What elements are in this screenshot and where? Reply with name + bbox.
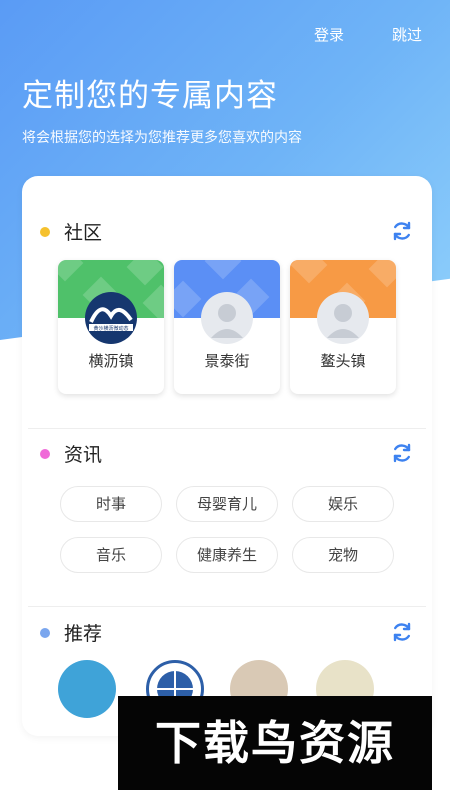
login-button[interactable]: 登录: [314, 24, 344, 45]
tag-entertainment[interactable]: 娱乐: [292, 486, 394, 522]
community-name: 横沥镇: [88, 352, 134, 370]
recommend-section-header: 推荐: [22, 617, 432, 647]
skip-button[interactable]: 跳过: [392, 24, 422, 45]
news-section-header: 资讯: [22, 438, 432, 468]
content-card: 社区 黄沙横沥微动态 横沥镇 景泰街 鳌头镇 资讯 时事 母婴育儿 娱乐 音乐 …: [22, 176, 432, 736]
divider: [28, 428, 426, 429]
refresh-icon[interactable]: [390, 620, 414, 644]
refresh-icon[interactable]: [390, 219, 414, 243]
community-dot: [40, 227, 50, 237]
recommend-avatar[interactable]: [58, 660, 116, 718]
community-card-hengli[interactable]: 黄沙横沥微动态 横沥镇: [58, 260, 164, 394]
watermark: 下载鸟资源: [118, 696, 432, 790]
community-section-header: 社区: [22, 216, 432, 246]
header: 定制您的专属内容 将会根据您的选择为您推荐更多您喜欢的内容: [22, 70, 302, 147]
community-card-aotou[interactable]: 鳌头镇: [290, 260, 396, 394]
tag-parenting[interactable]: 母婴育儿: [176, 486, 278, 522]
default-avatar-icon: [201, 292, 253, 344]
news-title: 资讯: [64, 444, 103, 466]
tag-pets[interactable]: 宠物: [292, 537, 394, 573]
logo-caption: 黄沙横沥微动态: [93, 325, 128, 332]
news-dot: [40, 449, 50, 459]
community-logo: 黄沙横沥微动态: [85, 292, 137, 344]
page-subtitle: 将会根据您的选择为您推荐更多您喜欢的内容: [22, 130, 302, 146]
community-card-jingtai[interactable]: 景泰街: [174, 260, 280, 394]
community-name: 景泰街: [204, 352, 250, 370]
tag-music[interactable]: 音乐: [60, 537, 162, 573]
default-avatar-icon: [317, 292, 369, 344]
logo-icon: 黄沙横沥微动态: [89, 307, 133, 332]
tag-current-affairs[interactable]: 时事: [60, 486, 162, 522]
divider: [28, 606, 426, 607]
community-name: 鳌头镇: [320, 352, 366, 370]
recommend-dot: [40, 628, 50, 638]
community-title: 社区: [64, 222, 103, 244]
refresh-icon[interactable]: [390, 441, 414, 465]
tag-health[interactable]: 健康养生: [176, 537, 278, 573]
top-actions: 登录 跳过: [314, 24, 422, 45]
page-title: 定制您的专属内容: [22, 78, 278, 114]
recommend-title: 推荐: [64, 623, 103, 645]
